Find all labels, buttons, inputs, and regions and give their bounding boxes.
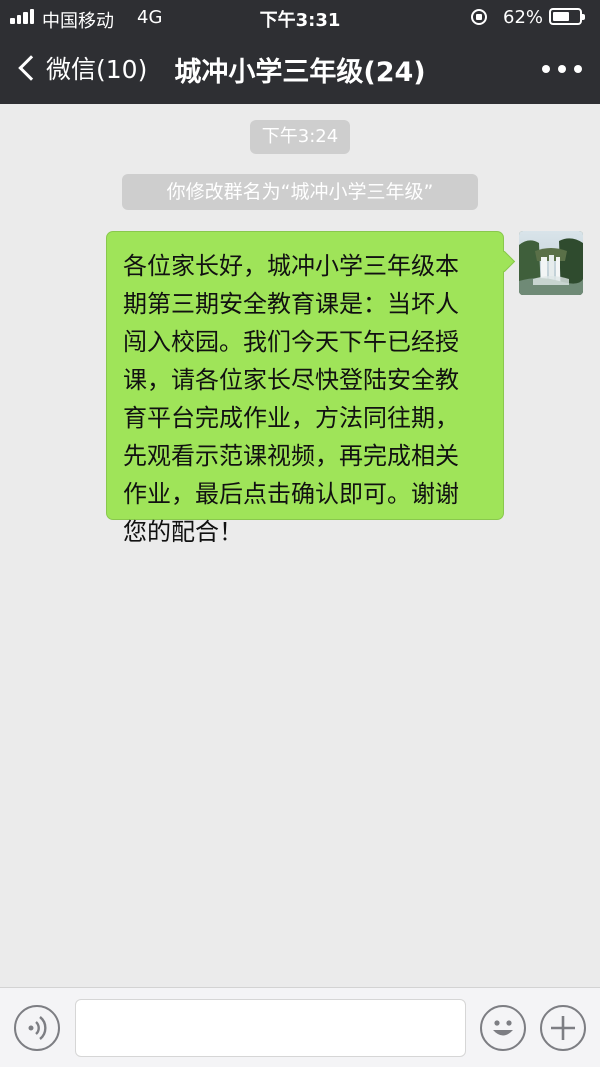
message-line: 期第三期安全教育课是：当坏人 <box>123 290 459 318</box>
more-dots-icon[interactable] <box>542 62 582 76</box>
message-line: 闯入校园。我们今天下午已经授 <box>123 328 459 356</box>
avatar[interactable] <box>519 231 583 295</box>
battery-fill <box>553 12 569 21</box>
message-line: 先观看示范课视频，再完成相关 <box>123 442 459 470</box>
plus-icon <box>551 1016 575 1040</box>
status-bar: 中国移动 4G 下午3:31 62% <box>0 0 600 34</box>
message-timestamp: 下午3:24 <box>250 120 350 154</box>
waterfall-avatar-image <box>519 231 583 295</box>
voice-button[interactable] <box>14 1005 60 1051</box>
message-line: 作业，最后点击确认即可。谢谢 <box>123 480 459 508</box>
wechat-chat-screen: 中国移动 4G 下午3:31 62% 微信(10) 城冲小学三年级(24) 下午… <box>0 0 600 1067</box>
message-line: 育平台完成作业，方法同往期， <box>123 404 459 432</box>
message-line: 课，请各位家长尽快登陆安全教 <box>123 366 459 394</box>
input-toolbar <box>0 987 600 1067</box>
voice-icon <box>28 1016 47 1040</box>
system-message: 你修改群名为“城冲小学三年级” <box>122 174 478 210</box>
message-bubble[interactable]: 各位家长好，城冲小学三年级本 期第三期安全教育课是：当坏人 闯入校园。我们今天下… <box>106 231 504 546</box>
chat-title: 城冲小学三年级(24) <box>174 57 426 88</box>
message-line: 您的配合！ <box>123 518 243 546</box>
emoji-icon <box>493 1020 513 1036</box>
emoji-button[interactable] <box>480 1005 526 1051</box>
battery-icon <box>549 8 585 25</box>
plus-button[interactable] <box>540 1005 586 1051</box>
chat-area[interactable]: 下午3:24 你修改群名为“城冲小学三年级” 各位家长好，城冲小学三年级本 期第… <box>0 104 600 987</box>
battery-percent: 62% <box>503 7 544 28</box>
message-input[interactable] <box>75 999 466 1057</box>
top-bar: 中国移动 4G 下午3:31 62% 微信(10) 城冲小学三年级(24) <box>0 0 600 104</box>
nav-bar: 微信(10) 城冲小学三年级(24) <box>0 34 600 104</box>
message-line: 各位家长好，城冲小学三年级本 <box>123 252 459 280</box>
rotation-lock-icon <box>471 9 487 25</box>
